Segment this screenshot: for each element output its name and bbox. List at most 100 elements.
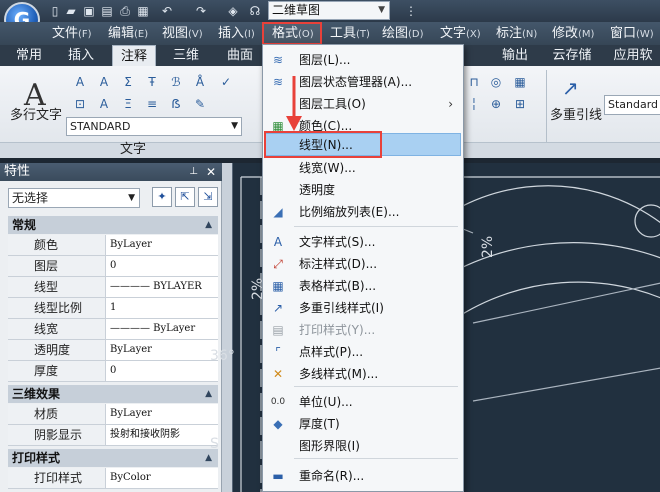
tab-9[interactable]: 应用软: [606, 45, 660, 66]
property-row[interactable]: 材质 ByLayer: [8, 404, 218, 425]
property-value[interactable]: ByLayer: [108, 235, 218, 255]
property-value[interactable]: 投射和接收阴影: [108, 425, 218, 445]
document-selector[interactable]: 二维草图 ▼: [268, 1, 390, 20]
format-menu-item-17[interactable]: ◆ 厚度(T): [265, 414, 461, 435]
menu-item-11[interactable]: 窗口(W): [610, 25, 654, 43]
format-menu-item-12[interactable]: ↗ 多重引线样式(I): [265, 298, 461, 319]
tab-5[interactable]: 曲面: [218, 45, 262, 66]
text-scale-icon[interactable]: A: [96, 96, 112, 112]
text-style-icon[interactable]: ℬ: [168, 74, 184, 90]
collapse-icon[interactable]: ▲: [205, 216, 212, 234]
redo-icon[interactable]: ↷: [194, 4, 208, 18]
font-icon[interactable]: Å: [192, 74, 208, 90]
save-icon[interactable]: ▣: [82, 4, 96, 18]
layers-icon[interactable]: ◈: [226, 4, 240, 18]
property-value[interactable]: ByLayer: [108, 340, 218, 360]
property-row[interactable]: 打印样式 ByColor: [8, 468, 218, 489]
tab-1[interactable]: 常用: [6, 45, 52, 66]
text-align-icon[interactable]: Ŧ: [144, 74, 160, 90]
text-frame-icon[interactable]: ⊡: [72, 96, 88, 112]
property-value[interactable]: ByLayer: [108, 404, 218, 424]
tab-7[interactable]: 输出: [492, 45, 538, 66]
radius-dim-icon[interactable]: ◎: [488, 74, 504, 90]
pickadd-icon[interactable]: ⇲: [198, 187, 218, 207]
format-menu-item-10[interactable]: ⤢ 标注样式(D)...: [265, 254, 461, 275]
print-icon[interactable]: ⎙: [118, 4, 132, 18]
menu-item-10[interactable]: 修改(M): [552, 25, 594, 43]
menu-item-2[interactable]: 编辑(E): [108, 25, 148, 43]
property-value[interactable]: ———— ByLayer: [108, 319, 218, 339]
menu-item-8[interactable]: 文字(X): [440, 25, 481, 43]
property-row[interactable]: 阴影显示 投射和接收阴影: [8, 425, 218, 446]
justify-icon[interactable]: ≡: [144, 96, 160, 112]
property-value[interactable]: ByColor: [108, 468, 218, 488]
multileader-label[interactable]: 多重引线: [550, 108, 602, 124]
menu-item-9[interactable]: 标注(N): [496, 25, 537, 43]
sum-icon[interactable]: Σ: [120, 74, 136, 90]
tab-4[interactable]: 三维: [164, 45, 208, 66]
menu-item-3[interactable]: 视图(V): [162, 25, 203, 43]
section-3-header[interactable]: 打印样式 ▲: [8, 449, 218, 467]
new-file-icon[interactable]: ▯: [48, 4, 62, 18]
property-row[interactable]: 线宽 ———— ByLayer: [8, 319, 218, 340]
property-value[interactable]: 0: [108, 361, 218, 381]
format-menu-item-9[interactable]: A 文字样式(S)...: [265, 232, 461, 253]
property-row[interactable]: 图层 0: [8, 256, 218, 277]
text-height-icon[interactable]: A: [72, 74, 88, 90]
format-menu-item-8[interactable]: ◢ 比例缩放列表(E)...: [265, 202, 461, 223]
menu-item-7[interactable]: 绘图(D): [382, 25, 424, 43]
format-menu-item-15[interactable]: ✕ 多线样式(M)...: [265, 364, 461, 385]
property-value[interactable]: 0: [108, 256, 218, 276]
save-as-icon[interactable]: ▤: [100, 4, 114, 18]
customize-icon[interactable]: ⋮: [404, 4, 418, 18]
find-icon[interactable]: ✎: [192, 96, 208, 112]
multileader-icon[interactable]: ↗: [562, 76, 579, 100]
headset-icon[interactable]: ☊: [248, 4, 262, 18]
format-menu-item-1[interactable]: ≋ 图层(L)...: [265, 50, 461, 71]
property-row[interactable]: 线型 ———— BYLAYER: [8, 277, 218, 298]
format-menu-item-18[interactable]: 图形界限(I): [265, 436, 461, 457]
property-row[interactable]: 线型比例 1: [8, 298, 218, 319]
multileader-style-combo[interactable]: Standard: [604, 95, 660, 115]
section-1-header[interactable]: 常规 ▲: [8, 216, 218, 234]
property-row[interactable]: 颜色 ByLayer: [8, 235, 218, 256]
text-edit-icon[interactable]: A: [96, 74, 112, 90]
close-icon[interactable]: ✕: [206, 163, 216, 181]
select-objects-icon[interactable]: ⇱: [175, 187, 195, 207]
ordinate-dim-icon[interactable]: ╎: [466, 96, 482, 112]
panel-scrollbar[interactable]: [222, 163, 232, 492]
arc-text-icon[interactable]: Ξ: [120, 96, 136, 112]
plot-icon[interactable]: ▦: [136, 4, 150, 18]
text-style-combo[interactable]: STANDARD ▼: [66, 117, 242, 136]
format-menu-item-19[interactable]: ▬ 重命名(R)...: [265, 466, 461, 487]
quick-select-icon[interactable]: ✦: [152, 187, 172, 207]
property-row[interactable]: 厚度 0: [8, 361, 218, 382]
property-value[interactable]: 1: [108, 298, 218, 318]
menu-item-4[interactable]: 插入(I): [218, 25, 255, 43]
linear-dim-icon[interactable]: ⊓: [466, 74, 482, 90]
format-menu-item-14[interactable]: ⌜ 点样式(P)...: [265, 342, 461, 363]
property-row[interactable]: 透明度 ByLayer: [8, 340, 218, 361]
menu-item-1[interactable]: 文件(F): [52, 25, 92, 43]
property-value[interactable]: ———— BYLAYER: [108, 277, 218, 297]
check-spelling-icon[interactable]: ✓: [218, 74, 234, 90]
format-menu-item-11[interactable]: ▦ 表格样式(B)...: [265, 276, 461, 297]
text-mask-icon[interactable]: ẞ: [168, 96, 184, 112]
tab-2[interactable]: 插入: [58, 45, 104, 66]
tab-8[interactable]: 云存储: [546, 45, 598, 66]
tab-3[interactable]: 注释: [112, 45, 156, 66]
menu-item-6[interactable]: 工具(T): [330, 25, 370, 43]
section-2-header[interactable]: 三维效果 ▲: [8, 385, 218, 403]
format-menu-item-16[interactable]: 0.0 单位(U)...: [265, 392, 461, 413]
multiline-text-label[interactable]: 多行文字: [10, 108, 62, 124]
format-menu-item-7[interactable]: 透明度: [265, 180, 461, 201]
pin-icon[interactable]: ⊥: [189, 163, 198, 181]
undo-icon[interactable]: ↶: [160, 4, 174, 18]
selection-combo[interactable]: 无选择 ▼: [8, 188, 140, 208]
center-mark-icon[interactable]: ⊞: [512, 96, 528, 112]
tolerance-dim-icon[interactable]: ⊕: [488, 96, 504, 112]
collapse-icon[interactable]: ▲: [205, 385, 212, 403]
format-menu-item-6[interactable]: 线宽(W)...: [265, 158, 461, 179]
open-folder-icon[interactable]: ▰: [64, 4, 78, 18]
grid-dim-icon[interactable]: ▦: [512, 74, 528, 90]
